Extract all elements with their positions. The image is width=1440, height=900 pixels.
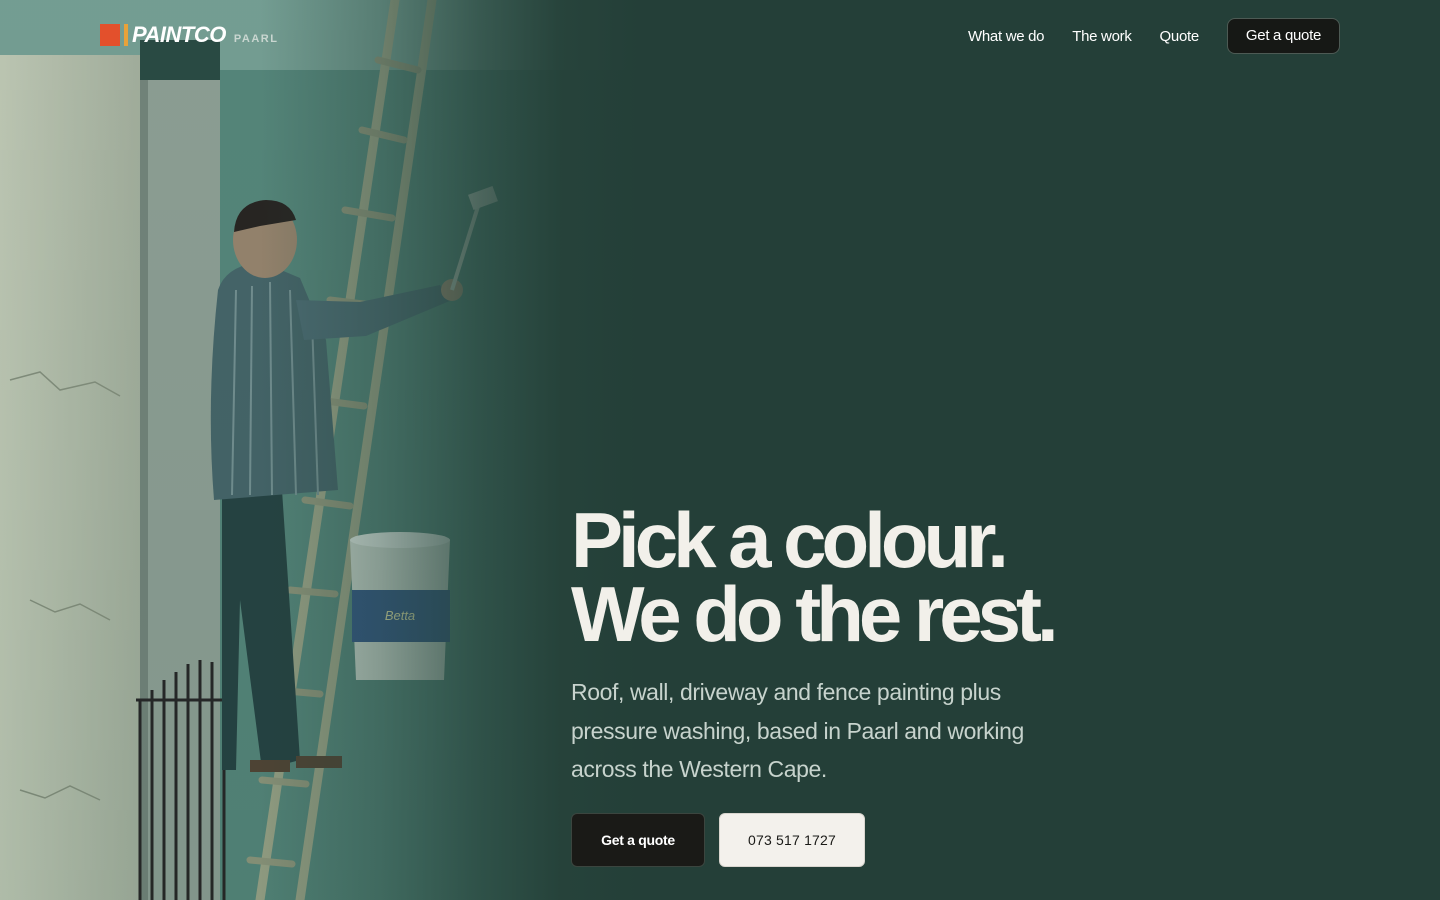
main-nav: What we do The work Quote Get a quote [968, 18, 1340, 54]
brand-mark-icon [100, 24, 128, 46]
nav-get-quote-button[interactable]: Get a quote [1226, 18, 1340, 54]
hero-get-quote-button[interactable]: Get a quote [571, 812, 705, 867]
hero-cta-row: Get a quote 073 517 1727 [571, 812, 1191, 867]
brand-city: PAARL [233, 33, 279, 45]
hero-description: Roof, wall, driveway and fence painting … [571, 679, 1024, 782]
hero-headline-line-2: We do the rest. [571, 570, 1059, 658]
brand-logo-link[interactable]: PAINTCO PAARL [100, 24, 278, 46]
hero-phone-button[interactable]: 073 517 1727 [719, 812, 865, 867]
hero-section: Pick a colour. We do the rest. Roof, wal… [571, 496, 1191, 867]
nav-link-the-work[interactable]: The work [1072, 28, 1132, 45]
site-header: PAINTCO PAARL What we do The work Quote … [0, 0, 1440, 72]
brand-name: PAINTCO [132, 22, 226, 47]
bucket-label: Betta [385, 608, 415, 623]
hero-headline: Pick a colour. We do the rest. [571, 496, 1191, 658]
nav-link-quote[interactable]: Quote [1160, 28, 1200, 45]
nav-link-what-we-do[interactable]: What we do [968, 28, 1045, 45]
landing-page: Betta PAINTCO PAARL What we do The work … [0, 0, 1440, 900]
hero-headline-line-1: Pick a colour. [571, 496, 1009, 584]
